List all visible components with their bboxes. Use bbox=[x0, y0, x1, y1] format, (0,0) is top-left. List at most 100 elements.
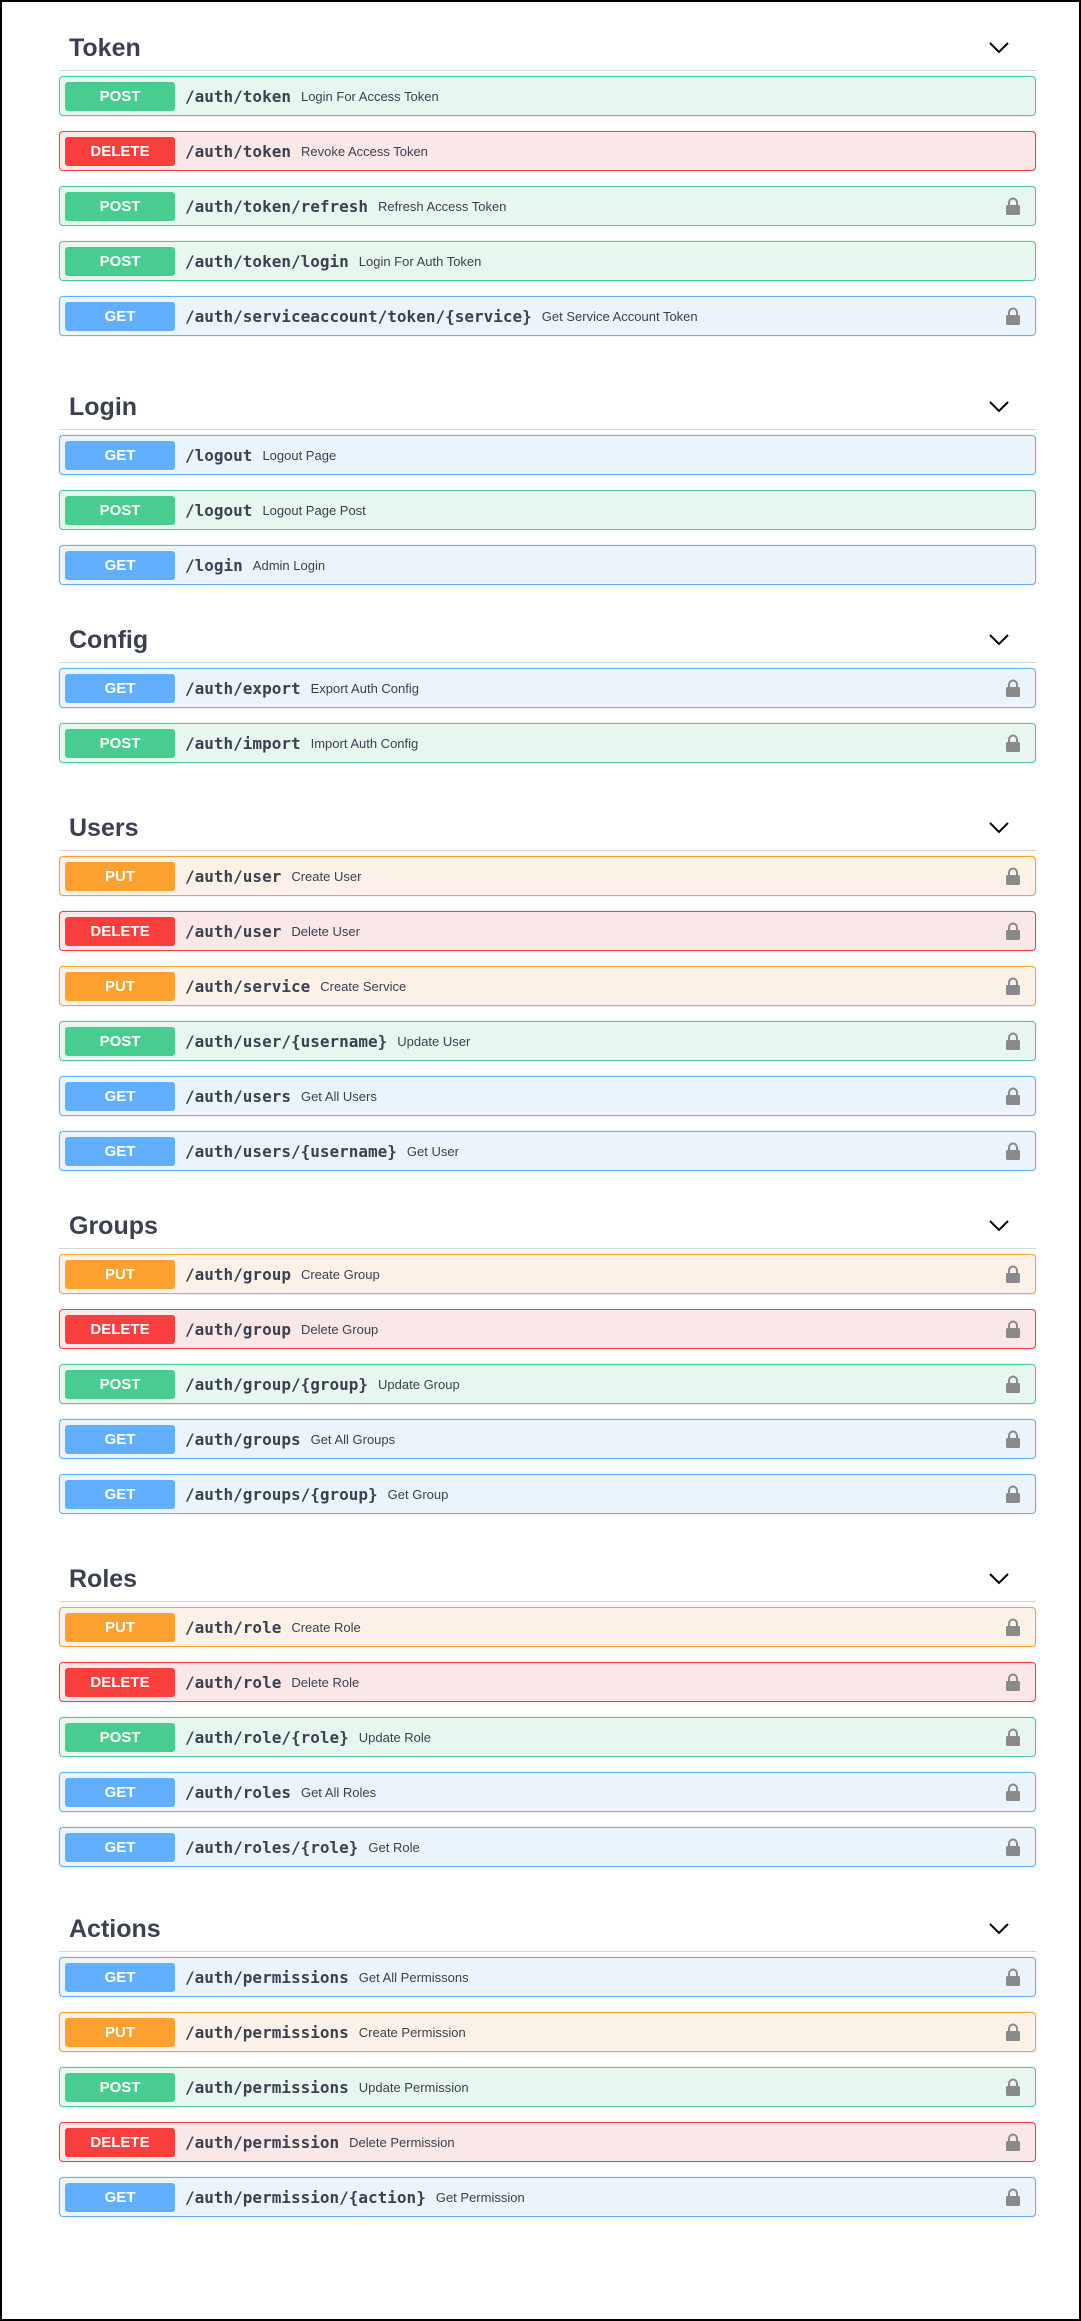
method-badge: POST bbox=[65, 191, 175, 221]
lock-icon[interactable] bbox=[1005, 1728, 1021, 1747]
method-badge: PUT bbox=[65, 1259, 175, 1289]
operation-post[interactable]: POST/logout Logout Page Post bbox=[59, 490, 1036, 530]
lock-icon[interactable] bbox=[1005, 1783, 1021, 1802]
operation-get[interactable]: GET/auth/serviceaccount/token/{service} G… bbox=[59, 296, 1036, 336]
lock-icon[interactable] bbox=[1005, 977, 1021, 996]
operation-delete[interactable]: DELETE/auth/token Revoke Access Token bbox=[59, 131, 1036, 171]
operation-post[interactable]: POST/auth/token/refresh Refresh Access To… bbox=[59, 186, 1036, 226]
lock-icon[interactable] bbox=[1005, 1968, 1021, 1987]
lock-icon[interactable] bbox=[1005, 1430, 1021, 1449]
endpoint-path: /auth/token bbox=[185, 86, 291, 106]
lock-icon[interactable] bbox=[1005, 1142, 1021, 1161]
endpoint-path: /auth/user/{username} bbox=[185, 1031, 388, 1051]
endpoint-path: /auth/permission/{action} bbox=[185, 2187, 426, 2207]
operation-put[interactable]: PUT/auth/service Create Service bbox=[59, 966, 1036, 1006]
lock-icon[interactable] bbox=[1005, 1485, 1021, 1504]
operation-get[interactable]: GET/auth/roles/{role} Get Role bbox=[59, 1827, 1036, 1867]
lock-icon[interactable] bbox=[1005, 1032, 1021, 1051]
lock-icon[interactable] bbox=[1005, 1673, 1021, 1692]
endpoint-path: /auth/group bbox=[185, 1319, 291, 1339]
operation-get[interactable]: GET/auth/permission/{action} Get Permissi… bbox=[59, 2177, 1036, 2217]
operation-post[interactable]: POST/auth/token/login Login For Auth Toke… bbox=[59, 241, 1036, 281]
operation-get[interactable]: GET/auth/users Get All Users bbox=[59, 1076, 1036, 1116]
operation-get[interactable]: GET/auth/export Export Auth Config bbox=[59, 668, 1036, 708]
operation-get[interactable]: GET/auth/groups/{group} Get Group bbox=[59, 1474, 1036, 1514]
chevron-down-icon[interactable] bbox=[986, 1566, 1012, 1592]
operation-put[interactable]: PUT/auth/role Create Role bbox=[59, 1607, 1036, 1647]
lock-icon[interactable] bbox=[1005, 1087, 1021, 1106]
lock-icon[interactable] bbox=[1005, 307, 1021, 326]
operation-put[interactable]: PUT/auth/permissions Create Permission bbox=[59, 2012, 1036, 2052]
section-header[interactable]: Token bbox=[59, 26, 1036, 71]
section-header[interactable]: Config bbox=[59, 618, 1036, 663]
operation-get[interactable]: GET/auth/permissions Get All Permissons bbox=[59, 1957, 1036, 1997]
endpoint-summary: Revoke Access Token bbox=[300, 143, 428, 159]
operation-put[interactable]: PUT/auth/group Create Group bbox=[59, 1254, 1036, 1294]
section-header[interactable]: Login bbox=[59, 385, 1036, 430]
lock-icon[interactable] bbox=[1005, 197, 1021, 216]
operation-post[interactable]: POST/auth/import Import Auth Config bbox=[59, 723, 1036, 763]
operation-get[interactable]: GET/auth/users/{username} Get User bbox=[59, 1131, 1036, 1171]
operation-post[interactable]: POST/auth/permissions Update Permission bbox=[59, 2067, 1036, 2107]
operation-get[interactable]: GET/auth/groups Get All Groups bbox=[59, 1419, 1036, 1459]
endpoint-summary: Get User bbox=[406, 1143, 459, 1159]
section-header[interactable]: Groups bbox=[59, 1204, 1036, 1249]
section-header[interactable]: Users bbox=[59, 806, 1036, 851]
section-header[interactable]: Roles bbox=[59, 1557, 1036, 1602]
section-title: Users bbox=[69, 813, 139, 842]
endpoint-summary: Admin Login bbox=[252, 557, 326, 573]
lock-icon[interactable] bbox=[1005, 2023, 1021, 2042]
operation-post[interactable]: POST/auth/group/{group} Update Group bbox=[59, 1364, 1036, 1404]
lock-icon[interactable] bbox=[1005, 1320, 1021, 1339]
section-header[interactable]: Actions bbox=[59, 1907, 1036, 1952]
endpoint-summary: Logout Page Post bbox=[262, 502, 366, 518]
endpoint-path: /auth/token/refresh bbox=[185, 196, 369, 216]
method-badge: POST bbox=[65, 2072, 175, 2102]
operation-post[interactable]: POST/auth/user/{username} Update User bbox=[59, 1021, 1036, 1061]
section-token: Token POST/auth/token Login For Access Tok… bbox=[59, 26, 1036, 336]
endpoint-path: /auth/user bbox=[185, 866, 282, 886]
endpoint-path: /auth/role bbox=[185, 1617, 282, 1637]
lock-icon[interactable] bbox=[1005, 922, 1021, 941]
operation-delete[interactable]: DELETE/auth/user Delete User bbox=[59, 911, 1036, 951]
lock-icon[interactable] bbox=[1005, 2133, 1021, 2152]
operation-put[interactable]: PUT/auth/user Create User bbox=[59, 856, 1036, 896]
lock-icon[interactable] bbox=[1005, 1375, 1021, 1394]
lock-icon[interactable] bbox=[1005, 1265, 1021, 1284]
endpoint-summary: Create Group bbox=[300, 1266, 380, 1282]
operation-delete[interactable]: DELETE/auth/permission Delete Permission bbox=[59, 2122, 1036, 2162]
chevron-down-icon[interactable] bbox=[986, 35, 1012, 61]
chevron-down-icon[interactable] bbox=[986, 394, 1012, 420]
lock-icon[interactable] bbox=[1005, 679, 1021, 698]
operation-get[interactable]: GET/login Admin Login bbox=[59, 545, 1036, 585]
operation-get[interactable]: GET/logout Logout Page bbox=[59, 435, 1036, 475]
method-badge: GET bbox=[65, 1777, 175, 1807]
operation-get[interactable]: GET/auth/roles Get All Roles bbox=[59, 1772, 1036, 1812]
method-badge: DELETE bbox=[65, 1314, 175, 1344]
lock-icon[interactable] bbox=[1005, 1618, 1021, 1637]
chevron-down-icon[interactable] bbox=[986, 627, 1012, 653]
lock-icon[interactable] bbox=[1005, 2188, 1021, 2207]
method-badge: GET bbox=[65, 2182, 175, 2212]
operation-post[interactable]: POST/auth/token Login For Access Token bbox=[59, 76, 1036, 116]
operation-post[interactable]: POST/auth/role/{role} Update Role bbox=[59, 1717, 1036, 1757]
method-badge: PUT bbox=[65, 971, 175, 1001]
endpoint-summary: Get Service Account Token bbox=[541, 308, 698, 324]
operation-delete[interactable]: DELETE/auth/role Delete Role bbox=[59, 1662, 1036, 1702]
endpoint-path: /auth/groups/{group} bbox=[185, 1484, 378, 1504]
lock-icon[interactable] bbox=[1005, 2078, 1021, 2097]
endpoint-summary: Update User bbox=[397, 1033, 471, 1049]
lock-icon[interactable] bbox=[1005, 867, 1021, 886]
method-badge: PUT bbox=[65, 861, 175, 891]
chevron-down-icon[interactable] bbox=[986, 1213, 1012, 1239]
lock-icon[interactable] bbox=[1005, 734, 1021, 753]
endpoint-path: /auth/group bbox=[185, 1264, 291, 1284]
endpoint-path: /auth/serviceaccount/token/{service} bbox=[185, 306, 532, 326]
chevron-down-icon[interactable] bbox=[986, 815, 1012, 841]
lock-icon[interactable] bbox=[1005, 1838, 1021, 1857]
chevron-down-icon[interactable] bbox=[986, 1916, 1012, 1942]
method-badge: GET bbox=[65, 1424, 175, 1454]
operation-delete[interactable]: DELETE/auth/group Delete Group bbox=[59, 1309, 1036, 1349]
endpoint-path: /auth/permission bbox=[185, 2132, 340, 2152]
endpoint-summary: Create Service bbox=[320, 978, 407, 994]
